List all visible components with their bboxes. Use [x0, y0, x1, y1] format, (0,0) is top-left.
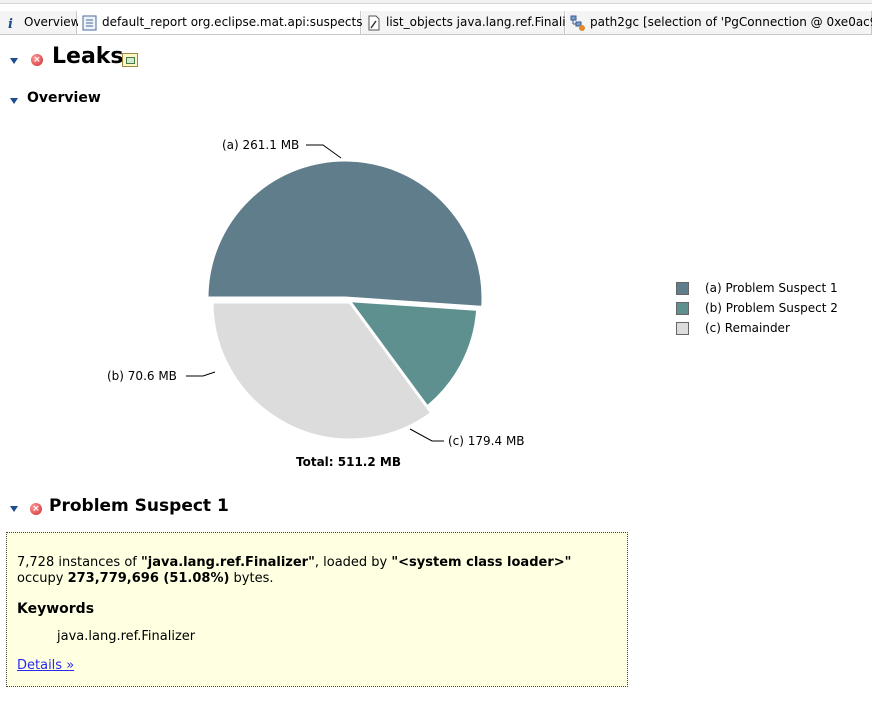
document-icon: [366, 15, 382, 31]
tab-label: path2gc [selection of 'PgConnection @ 0x…: [590, 15, 872, 29]
legend-label: (a) Problem Suspect 1: [705, 281, 838, 295]
instance-count: 7,728: [17, 555, 55, 570]
tab-overview[interactable]: i Overview: [0, 11, 81, 34]
tab-list-objects[interactable]: list_objects java.lang.ref.Finalizer: [362, 11, 584, 34]
slice-label: (c) 179.4 MB: [448, 434, 525, 448]
editor-tab-bar: i Overview default_report org.eclipse.ma…: [0, 0, 872, 44]
legend-item-a: (a) Problem Suspect 1: [676, 278, 838, 298]
text-fragment: bytes.: [229, 571, 274, 586]
legend-swatch: [676, 281, 689, 295]
page-title: Leaks: [52, 44, 124, 69]
suspect1-description: 7,728 instances of "java.lang.ref.Finali…: [17, 555, 617, 587]
toolbar-strip: [0, 0, 872, 4]
error-icon: ×: [31, 54, 43, 66]
retained-bytes: 273,779,696 (51.08%): [67, 571, 230, 586]
tab-label: default_report org.eclipse.mat.api:suspe…: [102, 15, 363, 29]
keyword-item: java.lang.ref.Finalizer: [57, 629, 196, 644]
chart-legend: (a) Problem Suspect 1 (b) Problem Suspec…: [676, 278, 838, 338]
text-fragment: instances of: [54, 555, 141, 570]
collapse-overview-icon[interactable]: [10, 98, 18, 104]
report-link-icon[interactable]: [122, 53, 138, 67]
class-name: "java.lang.ref.Finalizer": [141, 555, 315, 570]
collapse-suspect1-icon[interactable]: [10, 506, 18, 512]
text-fragment: occupy: [17, 571, 68, 586]
legend-item-b: (b) Problem Suspect 2: [676, 298, 838, 318]
slice-leader-line: [306, 144, 342, 159]
tab-path2gc[interactable]: path2gc [selection of 'PgConnection @ 0x…: [566, 11, 872, 34]
legend-label: (b) Problem Suspect 2: [705, 301, 838, 315]
tab-label: list_objects java.lang.ref.Finalizer: [386, 15, 585, 29]
path-icon: [570, 15, 586, 31]
overview-title: Overview: [27, 90, 101, 106]
collapse-leaks-icon[interactable]: [10, 58, 18, 64]
svg-text:i: i: [8, 17, 13, 31]
legend-label: (c) Remainder: [705, 321, 790, 335]
legend-item-c: (c) Remainder: [676, 318, 838, 338]
slice-label: (b) 70.6 MB: [107, 369, 177, 383]
legend-swatch: [676, 321, 689, 335]
class-loader: "<system class loader>": [391, 555, 572, 570]
info-icon: i: [4, 15, 20, 32]
slice-label: (a) 261.1 MB: [222, 138, 299, 152]
slice-leader-line: [409, 428, 444, 442]
tab-divider: [0, 34, 872, 35]
legend-swatch: [676, 301, 689, 315]
pie-slice[interactable]: [205, 158, 485, 310]
slice-leader-line: [186, 371, 216, 377]
suspect1-panel: 7,728 instances of "java.lang.ref.Finali…: [6, 532, 628, 687]
keywords-title: Keywords: [17, 601, 95, 617]
tab-default-report[interactable]: default_report org.eclipse.mat.api:suspe…: [78, 11, 384, 34]
tab-label: Overview: [24, 15, 81, 29]
report-icon: [82, 15, 98, 31]
error-icon: ×: [30, 503, 42, 515]
suspect1-title: Problem Suspect 1: [49, 496, 229, 516]
details-link[interactable]: Details »: [17, 658, 74, 673]
chart-total: Total: 511.2 MB: [296, 455, 401, 469]
text-fragment: , loaded by: [314, 555, 392, 570]
